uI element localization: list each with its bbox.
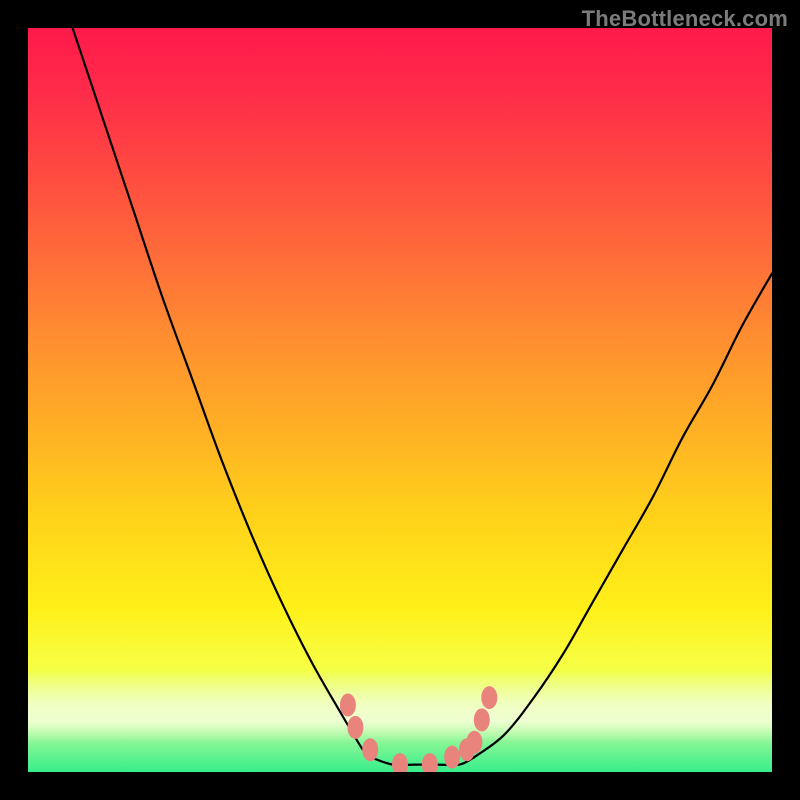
- marker-dot: [340, 694, 355, 716]
- chart-stage: TheBottleneck.com: [0, 0, 800, 800]
- marker-dot: [482, 687, 497, 709]
- marker-dot: [467, 731, 482, 753]
- curve-right: [474, 274, 772, 758]
- marker-dot: [474, 709, 489, 731]
- highlight-markers: [340, 687, 496, 772]
- curve-left: [73, 28, 371, 757]
- marker-dot: [348, 716, 363, 738]
- plot-area: [28, 28, 772, 772]
- marker-dot: [393, 754, 408, 772]
- marker-dot: [422, 754, 437, 772]
- watermark-text: TheBottleneck.com: [582, 6, 788, 32]
- marker-dot: [363, 739, 378, 761]
- curve-layer: [28, 28, 772, 772]
- marker-dot: [445, 746, 460, 768]
